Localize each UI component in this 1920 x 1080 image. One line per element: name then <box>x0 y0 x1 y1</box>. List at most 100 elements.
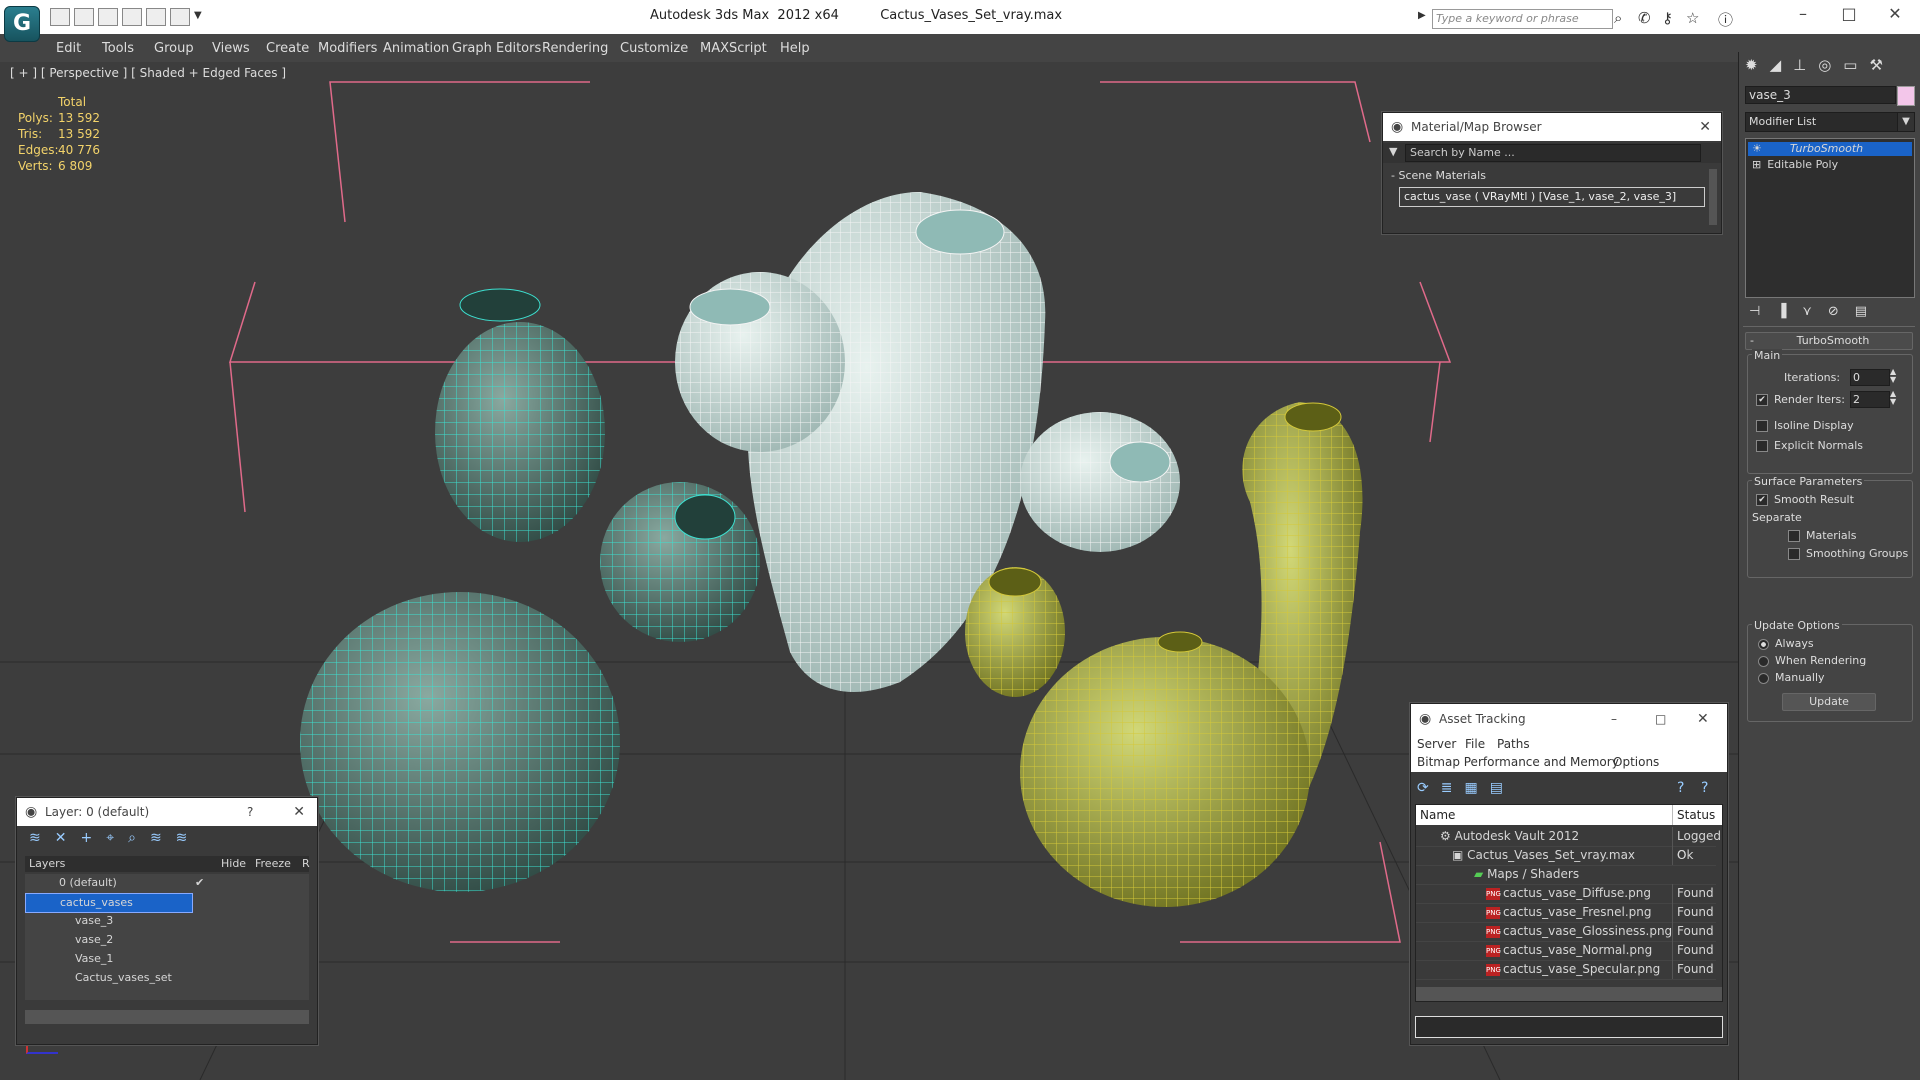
asset-row[interactable]: PNG cactus_vase_Diffuse.png Found <box>1416 884 1716 904</box>
asset-row[interactable]: PNG cactus_vase_Specular.png Found <box>1416 960 1716 980</box>
close-icon[interactable]: ✕ <box>293 798 305 826</box>
asset-row[interactable]: PNG cactus_vase_Glossiness.png Found <box>1416 922 1716 942</box>
communication-center-icon[interactable]: ✆ <box>1638 9 1651 27</box>
list-view-icon[interactable]: ≣ <box>1441 780 1465 796</box>
materials-checkbox[interactable]: Materials <box>1788 529 1856 542</box>
col-render[interactable]: R <box>302 856 310 872</box>
app-menu-logo-icon[interactable]: G <box>4 6 40 42</box>
pin-stack-icon[interactable]: ⊣ <box>1749 304 1776 319</box>
viewport-label[interactable]: [ + ] [ Perspective ] [ Shaded + Edged F… <box>10 66 286 80</box>
when-rendering-radio[interactable]: When Rendering <box>1758 654 1866 667</box>
delete-layer-icon[interactable]: ✕ <box>55 830 81 846</box>
menu-customize[interactable]: Customize <box>620 41 688 56</box>
highlight-layer-icon[interactable]: ⌕ <box>128 830 150 846</box>
menu-animation[interactable]: Animation <box>383 41 449 56</box>
horizontal-scrollbar[interactable] <box>25 1010 309 1024</box>
close-icon[interactable]: ✕ <box>1878 4 1912 23</box>
asset-row[interactable]: ▰ Maps / Shaders <box>1416 865 1716 885</box>
iterations-spinner[interactable]: 0 <box>1850 369 1890 386</box>
hierarchy-tab-icon[interactable]: ⊥ <box>1793 56 1818 74</box>
expand-plus-icon[interactable]: ⊞ <box>1748 158 1761 171</box>
layer-panel-header[interactable]: ◉ Layer: 0 (default) ? ✕ <box>17 798 317 826</box>
asset-row[interactable]: PNG cactus_vase_Normal.png Found <box>1416 941 1716 961</box>
remove-modifier-icon[interactable]: ⊘ <box>1828 304 1855 319</box>
menu-create[interactable]: Create <box>266 41 309 56</box>
col-name[interactable]: Name <box>1420 805 1455 825</box>
smoothing-groups-checkbox[interactable]: Smoothing Groups <box>1788 547 1908 560</box>
help-icon[interactable]: ? <box>1677 780 1684 796</box>
isoline-display-checkbox[interactable]: Isoline Display <box>1756 419 1854 432</box>
create-tab-icon[interactable]: ✹ <box>1745 56 1770 74</box>
layer-row[interactable]: vase_3 <box>25 912 309 930</box>
close-icon[interactable]: ✕ <box>1699 113 1711 141</box>
maximize-icon[interactable]: □ <box>1655 704 1666 734</box>
menu-edit[interactable]: Edit <box>56 41 81 56</box>
spinner-arrows-icon[interactable]: ▲ ▼ <box>1890 368 1896 384</box>
manually-radio[interactable]: Manually <box>1758 671 1825 684</box>
asset-tracking-header[interactable]: ◉ Asset Tracking – □ ✕ <box>1411 704 1727 734</box>
stack-item-editable-poly[interactable]: ⊞ Editable Poly <box>1748 158 1912 172</box>
asset-row[interactable]: ⚙ Autodesk Vault 2012 Logged O <box>1416 827 1721 865</box>
minimize-icon[interactable]: – <box>1611 704 1617 734</box>
menu-tools[interactable]: Tools <box>102 41 134 56</box>
col-status[interactable]: Status <box>1672 805 1715 825</box>
context-help-icon[interactable]: ? <box>1701 780 1708 796</box>
col-freeze[interactable]: Freeze <box>255 856 291 872</box>
filter-dropdown-icon[interactable]: ▼ <box>1389 145 1397 158</box>
always-radio[interactable]: Always <box>1758 637 1814 650</box>
utilities-tab-icon[interactable]: ⚒ <box>1869 56 1894 74</box>
quick-access-dropdown-icon[interactable]: ▼ <box>194 10 202 21</box>
lightbulb-icon[interactable]: ☀ <box>1748 142 1762 155</box>
motion-tab-icon[interactable]: ◎ <box>1818 56 1843 74</box>
chevron-down-icon[interactable]: ▼ <box>1897 112 1915 132</box>
select-in-layer-icon[interactable]: ⌖ <box>106 830 128 846</box>
create-layer-icon[interactable]: ≋ <box>29 830 55 846</box>
layer-row[interactable]: Vase_1 <box>25 950 309 968</box>
make-unique-icon[interactable]: ⋎ <box>1802 304 1828 319</box>
render-iters-checkbox[interactable]: ✔ Render Iters: <box>1756 393 1845 406</box>
horizontal-scrollbar[interactable] <box>1416 987 1722 1001</box>
asset-path-field[interactable] <box>1415 1016 1723 1038</box>
explicit-normals-checkbox[interactable]: Explicit Normals <box>1756 439 1863 452</box>
layer-row-selected[interactable]: cactus_vases <box>25 893 193 913</box>
configure-sets-icon[interactable]: ▤ <box>1855 304 1883 319</box>
scene-materials-section[interactable]: - Scene Materials <box>1391 169 1486 182</box>
layer-row[interactable]: Cactus_vases_set <box>25 969 309 987</box>
freeze-all-icon[interactable]: ≋ <box>176 830 202 846</box>
search-input[interactable]: Type a keyword or phrase <box>1432 9 1613 29</box>
table-view-icon[interactable]: ▤ <box>1490 780 1515 796</box>
menu-server[interactable]: Server <box>1417 737 1456 751</box>
smooth-result-checkbox[interactable]: ✔ Smooth Result <box>1756 493 1854 506</box>
stack-item-turbosmooth[interactable]: ☀ TurboSmooth <box>1748 142 1912 156</box>
menu-views[interactable]: Views <box>212 41 250 56</box>
key-icon[interactable]: ⚷ <box>1662 9 1673 27</box>
menu-file[interactable]: File <box>1465 737 1485 751</box>
material-browser-header[interactable]: ◉ Material/Map Browser ✕ <box>1383 113 1721 141</box>
col-layers[interactable]: Layers <box>29 856 65 872</box>
menu-help[interactable]: Help <box>780 41 810 56</box>
asset-row[interactable]: ▣ Cactus_Vases_Set_vray.max Ok <box>1416 846 1716 866</box>
add-to-layer-icon[interactable]: + <box>80 830 106 846</box>
refresh-icon[interactable]: ⟳ <box>1417 780 1441 796</box>
show-end-result-icon[interactable]: ▐ <box>1776 304 1802 319</box>
open-file-icon[interactable] <box>74 8 94 26</box>
menu-rendering[interactable]: Rendering <box>542 41 608 56</box>
scrollbar[interactable] <box>1709 169 1717 225</box>
favorites-star-icon[interactable]: ☆ <box>1686 9 1699 27</box>
thumbnail-view-icon[interactable]: ▦ <box>1464 780 1489 796</box>
binoculars-icon[interactable]: ⌕ <box>1614 9 1622 27</box>
asset-row[interactable]: PNG cactus_vase_Fresnel.png Found <box>1416 903 1716 923</box>
maximize-icon[interactable]: □ <box>1832 4 1866 23</box>
menu-maxscript[interactable]: MAXScript <box>700 41 767 56</box>
project-folder-icon[interactable] <box>170 8 190 26</box>
search-expand-icon[interactable]: ▶ <box>1418 10 1426 21</box>
spinner-arrows-icon[interactable]: ▲ ▼ <box>1890 390 1896 406</box>
undo-icon[interactable] <box>122 8 142 26</box>
object-name-input[interactable]: vase_3 <box>1745 86 1896 104</box>
redo-icon[interactable] <box>146 8 166 26</box>
col-hide[interactable]: Hide <box>221 856 246 872</box>
turbosmooth-rollout-header[interactable]: - TurboSmooth <box>1745 332 1913 350</box>
modify-tab-icon[interactable]: ◢ <box>1770 56 1794 74</box>
modifier-list-dropdown[interactable]: Modifier List <box>1745 112 1900 132</box>
menu-graph-editors[interactable]: Graph Editors <box>452 41 541 56</box>
